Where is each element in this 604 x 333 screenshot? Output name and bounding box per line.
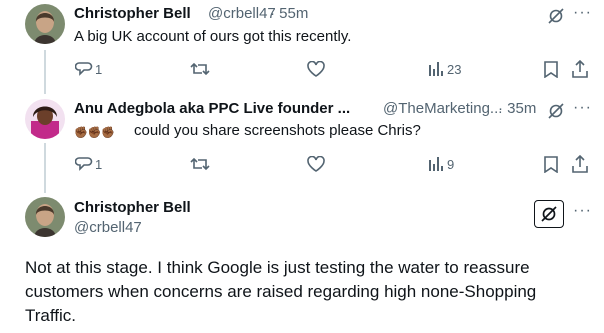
views-icon[interactable] (428, 156, 444, 172)
share-icon[interactable] (572, 60, 588, 78)
avatar[interactable] (25, 197, 65, 237)
thread-line (44, 50, 46, 94)
more-icon[interactable]: ··· (573, 4, 592, 22)
retweet-icon[interactable] (190, 60, 210, 78)
avatar[interactable] (25, 4, 65, 44)
tweet-text: A big UK account of ours got this recent… (74, 28, 352, 45)
reply-count: 1 (95, 157, 103, 172)
author-handle[interactable]: @crbell47 (208, 5, 276, 22)
like-icon[interactable] (307, 61, 325, 77)
views-icon[interactable] (428, 61, 444, 77)
author-name[interactable]: Christopher Bell (74, 199, 191, 216)
tweet-text: could you share screenshots please Chris… (134, 122, 421, 139)
avatar[interactable] (25, 99, 65, 139)
retweet-icon[interactable] (190, 155, 210, 173)
bookmark-icon[interactable] (544, 61, 558, 78)
author-name[interactable]: Christopher Bell (74, 5, 191, 22)
grok-icon (540, 205, 558, 223)
bookmark-icon[interactable] (544, 156, 558, 173)
reply-icon[interactable] (75, 155, 93, 173)
views-count: 9 (447, 157, 455, 172)
reply-count: 1 (95, 62, 103, 77)
reply-icon[interactable] (75, 60, 93, 78)
timestamp[interactable]: · 55m (270, 5, 308, 22)
author-handle[interactable]: @TheMarketing... (383, 100, 502, 117)
more-icon[interactable]: ··· (573, 202, 592, 220)
author-name[interactable]: Anu Adegbola aka PPC Live founder ... (74, 100, 350, 117)
grok-icon[interactable] (547, 7, 565, 25)
share-icon[interactable] (572, 155, 588, 173)
grok-button[interactable] (534, 200, 564, 228)
views-count: 23 (447, 62, 462, 77)
emoji-text: ✊🏾✊🏾✊🏾 (74, 127, 116, 139)
more-icon[interactable]: ··· (573, 99, 592, 117)
tweet-text: Not at this stage. I think Google is jus… (25, 258, 537, 325)
grok-icon[interactable] (547, 102, 565, 120)
thread-line (44, 143, 46, 193)
author-handle[interactable]: @crbell47 (74, 219, 142, 236)
like-icon[interactable] (307, 156, 325, 172)
timestamp[interactable]: · 35m (498, 100, 536, 117)
